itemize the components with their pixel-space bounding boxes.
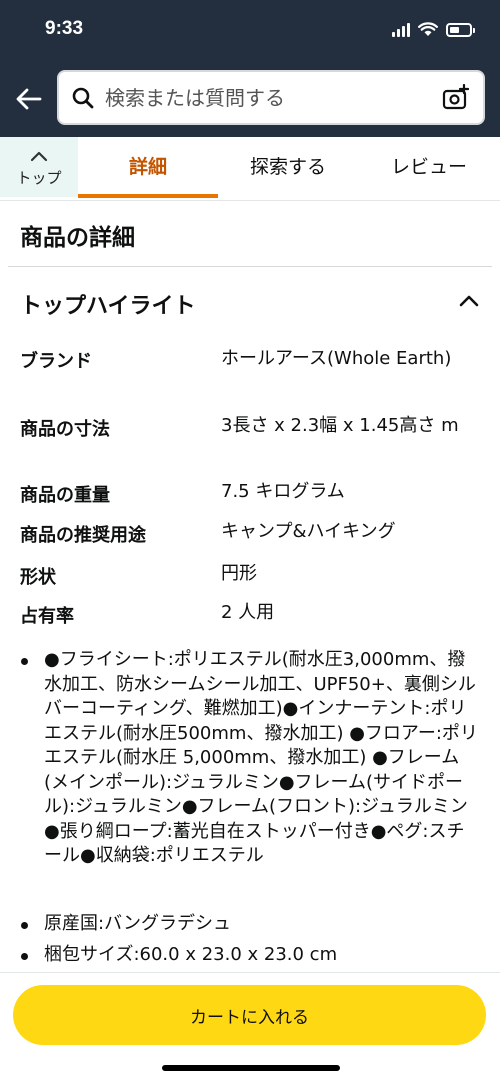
search-icon bbox=[72, 87, 94, 109]
home-indicator[interactable] bbox=[162, 1065, 340, 1071]
spec-value-shape: 円形 bbox=[221, 563, 257, 584]
status-bar: 9:33 bbox=[0, 0, 500, 56]
back-arrow-icon[interactable] bbox=[14, 84, 44, 114]
chevron-up-icon[interactable] bbox=[458, 292, 480, 308]
spec-value-weight: 7.5 キログラム bbox=[221, 481, 345, 502]
tab-explore[interactable]: 探索する bbox=[218, 137, 358, 197]
feature-bullet-list: ●フライシート:ポリエステル(耐水圧3,000mm、撥水加工、防水シームシール加… bbox=[20, 648, 480, 967]
spec-value-brand: ホールアース(Whole Earth) bbox=[221, 348, 452, 369]
cellular-signal-icon bbox=[392, 22, 410, 37]
status-icons bbox=[392, 22, 475, 37]
status-time: 9:33 bbox=[45, 18, 84, 39]
camera-search-icon[interactable] bbox=[441, 84, 469, 112]
tab-details[interactable]: 詳細 bbox=[78, 137, 218, 197]
tab-reviews[interactable]: レビュー bbox=[358, 137, 500, 197]
spec-key-dimensions: 商品の寸法 bbox=[20, 419, 110, 440]
battery-level bbox=[450, 26, 459, 33]
wifi-icon bbox=[418, 22, 438, 36]
back-to-top-button[interactable]: トップ bbox=[0, 137, 78, 197]
list-item: ●フライシート:ポリエステル(耐水圧3,000mm、撥水加工、防水シームシール加… bbox=[20, 648, 480, 904]
spec-key-shape: 形状 bbox=[20, 567, 56, 588]
spec-value-occupancy: 2 人用 bbox=[221, 602, 275, 623]
app-header: 9:33 bbox=[0, 0, 500, 137]
add-to-cart-button[interactable]: カートに入れる bbox=[13, 985, 486, 1045]
section-title: 商品の詳細 bbox=[20, 225, 135, 251]
battery-icon bbox=[446, 22, 475, 37]
spec-key-weight: 商品の重量 bbox=[20, 485, 110, 506]
divider bbox=[8, 266, 492, 267]
chevron-up-icon bbox=[30, 151, 48, 162]
search-bar[interactable] bbox=[57, 70, 485, 125]
top-highlights-header[interactable]: トップハイライト bbox=[20, 288, 196, 320]
spec-value-usage: キャンプ&ハイキング bbox=[221, 521, 396, 542]
spec-key-usage: 商品の推奨用途 bbox=[20, 525, 146, 546]
spec-key-occupancy: 占有率 bbox=[20, 606, 74, 627]
search-input[interactable] bbox=[105, 72, 435, 123]
product-tab-bar: トップ 詳細 探索する レビュー bbox=[0, 137, 500, 201]
back-to-top-label: トップ bbox=[16, 169, 62, 187]
spec-value-dimensions: 3長さ x 2.3幅 x 1.45高さ m bbox=[221, 415, 459, 436]
spec-key-brand: ブランド bbox=[20, 351, 92, 372]
bottom-action-bar: カートに入れる bbox=[0, 972, 500, 1080]
list-item: 原産国:バングラデシュ bbox=[20, 912, 480, 937]
list-item: 梱包サイズ:60.0 x 23.0 x 23.0 cm bbox=[20, 943, 480, 968]
active-tab-indicator bbox=[78, 194, 218, 198]
